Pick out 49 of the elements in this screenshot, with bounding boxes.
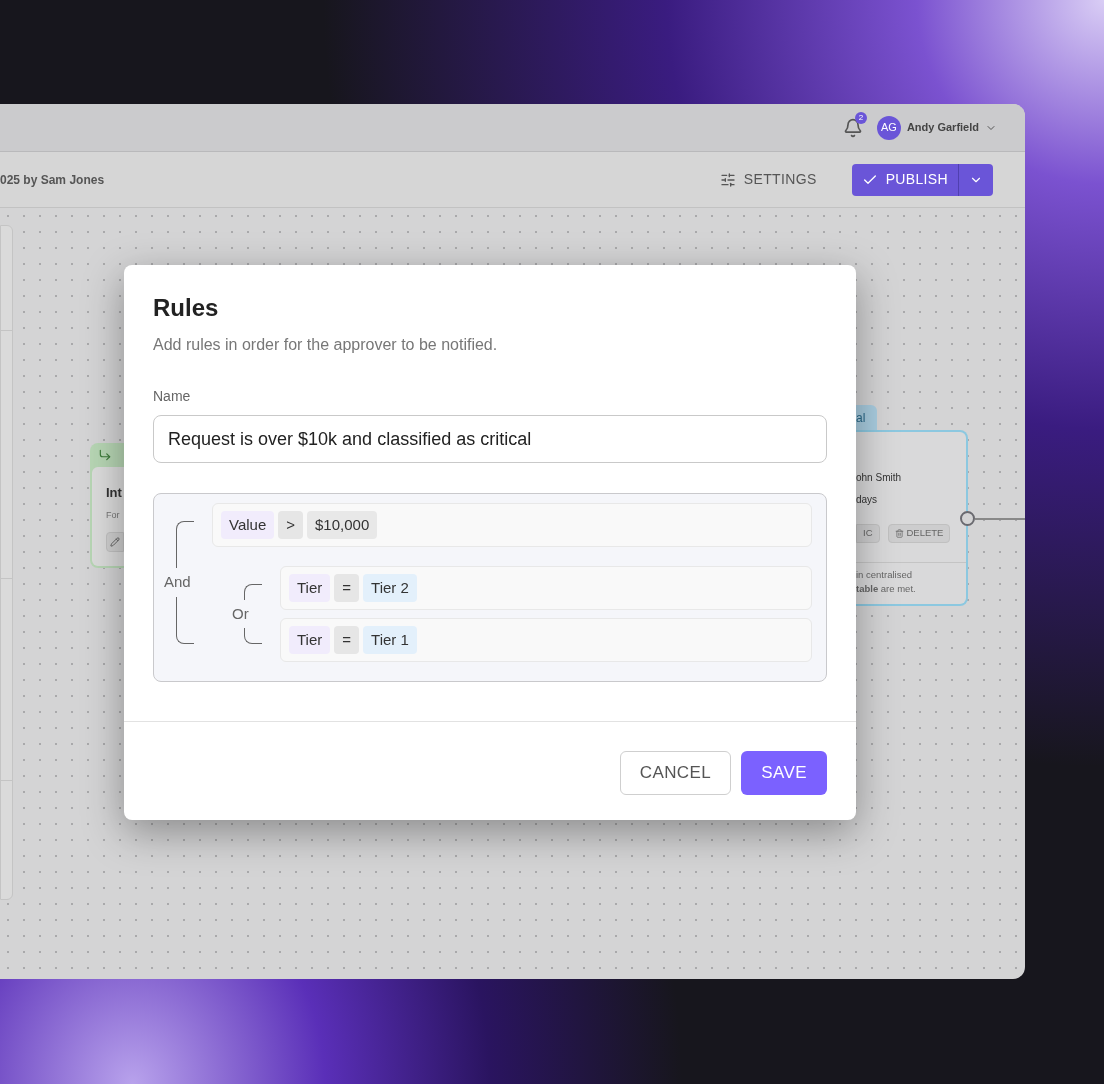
notification-count: 2	[854, 111, 867, 124]
arrow-icon	[98, 448, 112, 462]
value-chip: Tier 1	[363, 625, 417, 655]
condition-row[interactable]: Tier = Tier 2	[280, 566, 812, 610]
bracket-line	[244, 628, 262, 644]
name-field[interactable]: Request is over $10k and classified as critical	[153, 415, 827, 463]
operator-label: And	[164, 572, 191, 593]
node-title: Int	[106, 484, 122, 502]
field-label: Name	[153, 387, 192, 406]
bracket-line	[244, 584, 262, 600]
dialog-description: Add rules in order for the approver to be notified.	[153, 335, 499, 355]
pencil-icon	[110, 537, 120, 547]
edit-chip[interactable]	[106, 532, 124, 552]
node-text: ohn Smith	[856, 471, 902, 485]
value-chip: $10,000	[307, 510, 378, 540]
operator-label: Or	[232, 603, 249, 624]
condition-row[interactable]: Tier = Tier 1	[280, 618, 812, 662]
operator-chip: =	[334, 573, 360, 603]
sliders-icon	[719, 171, 736, 188]
field-chip: Tier	[289, 573, 331, 603]
node-tag: al	[856, 405, 877, 431]
bracket-line	[176, 596, 194, 644]
settings-button[interactable]: SETTINGS	[719, 169, 817, 190]
value-chip: Tier 2	[363, 573, 417, 603]
node-button[interactable]: IC	[856, 524, 880, 543]
avatar: AG	[876, 115, 901, 140]
publish-button[interactable]: PUBLISH	[851, 163, 993, 196]
bracket-line	[176, 521, 194, 569]
cancel-button[interactable]: CANCEL	[619, 751, 732, 795]
field-chip: Value	[221, 510, 275, 540]
field-chip: Tier	[289, 625, 331, 655]
step-node[interactable]: Int For	[90, 443, 124, 568]
user-menu[interactable]: AG Andy Garfield	[876, 115, 997, 140]
workflow-subtitle: 025 by Sam Jones	[0, 171, 105, 189]
dialog-title: Rules	[153, 293, 220, 323]
step-node[interactable]: ohn Smith days IC DELETE in centralised table are met.	[856, 430, 968, 606]
operator-chip: >	[278, 510, 304, 540]
node-note: in centralised	[856, 568, 913, 582]
node-button[interactable]: DELETE	[887, 524, 951, 543]
connector-line	[975, 518, 1025, 520]
save-button[interactable]: SAVE	[741, 751, 827, 795]
user-name: Andy Garfield	[906, 120, 979, 136]
node-text: days	[856, 493, 878, 507]
condition-row[interactable]: Value > $10,000	[212, 503, 812, 547]
node-text: For	[106, 508, 120, 522]
notification-bell-icon[interactable]	[842, 117, 863, 138]
trash-icon	[894, 529, 904, 538]
node-note: table are met.	[856, 582, 917, 596]
operator-chip: =	[334, 625, 360, 655]
